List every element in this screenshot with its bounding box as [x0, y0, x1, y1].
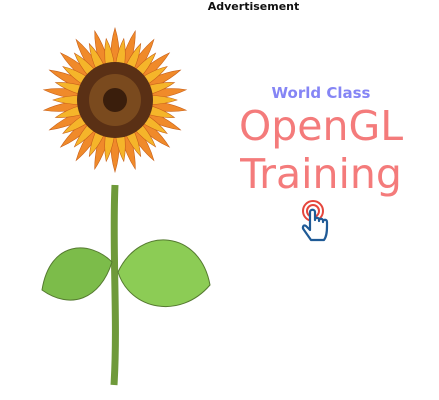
ad-title-line1: OpenGL [238, 102, 404, 150]
ad-subtitle: World Class [271, 84, 371, 102]
advertisement-label: Advertisement [207, 0, 300, 13]
ad-banner-link[interactable]: World Class OpenGL Training [0, 14, 439, 400]
sunflower-illustration [41, 26, 211, 386]
ad-title-line2: Training [240, 150, 402, 198]
tap-hand-icon [301, 200, 329, 242]
